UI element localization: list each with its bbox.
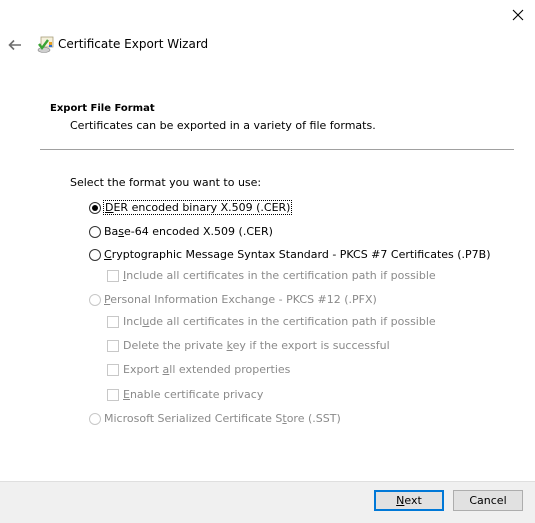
option-label: Cryptographic Message Syntax Standard - … [104, 248, 491, 261]
radio-pkcs7[interactable]: Cryptographic Message Syntax Standard - … [89, 248, 491, 261]
option-label: Enable certificate privacy [123, 388, 264, 401]
option-label: Include all certificates in the certific… [123, 315, 436, 328]
radio-base64-encoded[interactable]: Base-64 encoded X.509 (.CER) [89, 225, 273, 238]
radio-microsoft-serialized-store[interactable]: Microsoft Serialized Certificate Store (… [89, 412, 341, 425]
option-label: DER encoded binary X.509 (.CER) [102, 200, 293, 215]
option-label: Microsoft Serialized Certificate Store (… [104, 412, 341, 425]
arrow-left-icon [8, 39, 21, 51]
option-label: Base-64 encoded X.509 (.CER) [104, 225, 273, 238]
radio-der-encoded-binary[interactable]: DER encoded binary X.509 (.CER) [89, 200, 293, 215]
checkbox[interactable] [107, 363, 119, 376]
option-label: Delete the private key if the export is … [123, 339, 390, 352]
certificate-export-icon [37, 36, 54, 53]
cancel-button[interactable]: Cancel [453, 490, 523, 511]
close-icon [512, 9, 524, 21]
certificate-export-wizard-window: Certificate Export Wizard Export File Fo… [0, 0, 535, 523]
next-button[interactable]: Next [374, 490, 444, 511]
checkbox[interactable] [107, 315, 119, 328]
radio-button[interactable] [89, 412, 101, 425]
checkbox-enable-certificate-privacy[interactable]: Enable certificate privacy [107, 388, 263, 401]
checkbox-pfx-include-all[interactable]: Include all certificates in the certific… [107, 315, 436, 328]
radio-button[interactable] [89, 248, 101, 261]
radio-button[interactable] [89, 225, 101, 238]
radio-button[interactable] [89, 293, 101, 306]
checkbox[interactable] [107, 388, 119, 401]
checkbox-delete-private-key[interactable]: Delete the private key if the export is … [107, 339, 390, 352]
format-prompt: Select the format you want to use: [70, 176, 262, 189]
option-label: Include all certificates in the certific… [123, 269, 436, 282]
option-label: Export all extended properties [123, 363, 291, 376]
checkbox-pkcs7-include-all[interactable]: Include all certificates in the certific… [107, 269, 436, 282]
section-title: Export File Format [50, 103, 155, 114]
checkbox[interactable] [107, 269, 119, 282]
close-button[interactable] [505, 4, 531, 26]
wizard-title: Certificate Export Wizard [58, 37, 209, 51]
option-label: Personal Information Exchange - PKCS #12… [104, 293, 377, 306]
back-button[interactable] [4, 35, 26, 55]
checkbox-export-extended-properties[interactable]: Export all extended properties [107, 363, 290, 376]
header-divider [40, 149, 514, 150]
checkbox[interactable] [107, 339, 119, 352]
radio-button-selected[interactable] [89, 201, 101, 214]
section-description: Certificates can be exported in a variet… [70, 119, 376, 132]
radio-pkcs12-pfx[interactable]: Personal Information Exchange - PKCS #12… [89, 293, 377, 306]
